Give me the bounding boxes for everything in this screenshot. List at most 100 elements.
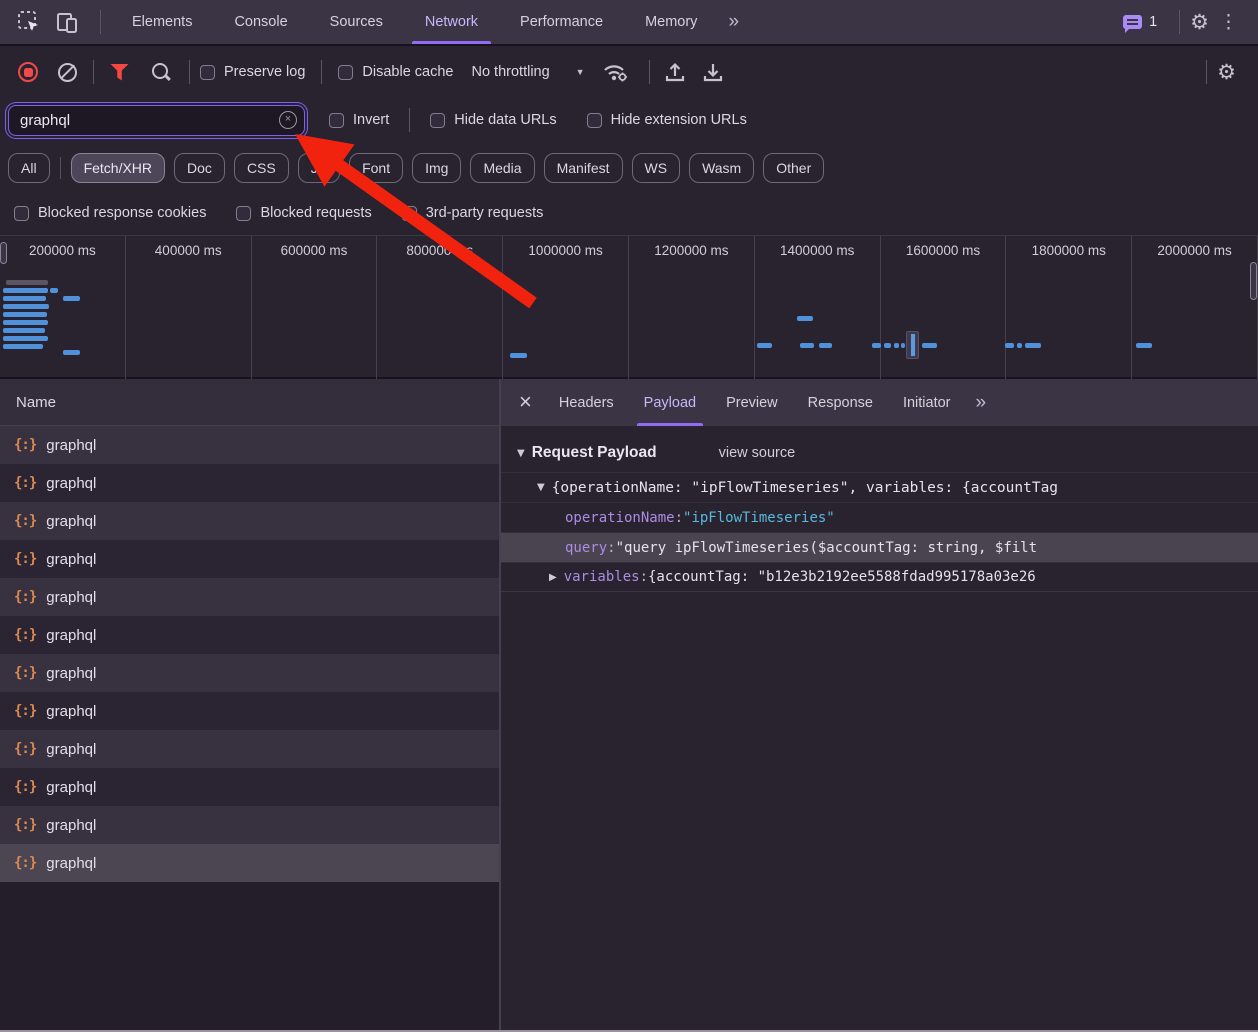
main-tab-network[interactable]: Network [404, 0, 499, 44]
waterfall-bar [3, 336, 48, 341]
checkbox-box[interactable] [402, 206, 417, 221]
hide-data-urls-checkbox[interactable]: Hide data URLs [430, 112, 556, 128]
request-name: graphql [46, 741, 96, 758]
request-row[interactable]: {:}graphql [0, 844, 499, 882]
main-tab-sources[interactable]: Sources [309, 0, 404, 44]
type-chip-img[interactable]: Img [412, 153, 461, 183]
payload-row-variables[interactable]: ▶variables: {accountTag: "b12e3b2192ee55… [501, 562, 1258, 592]
request-row[interactable]: {:}graphql [0, 502, 499, 540]
advanced-filter-row: Blocked response cookies Blocked request… [0, 191, 1258, 235]
network-overview-timeline[interactable]: 200000 ms400000 ms600000 ms800000 ms1000… [0, 235, 1258, 379]
request-payload-section[interactable]: ▼ Request Payload view source [501, 434, 1258, 472]
overview-tick-label: 1800000 ms [1006, 243, 1131, 258]
request-row[interactable]: {:}graphql [0, 768, 499, 806]
settings-gear-icon[interactable]: ⚙ [1190, 12, 1209, 33]
details-tab-response[interactable]: Response [793, 379, 888, 426]
disable-cache-label: Disable cache [362, 64, 453, 80]
checkbox-box[interactable] [236, 206, 251, 221]
more-tabs-icon[interactable]: » [966, 392, 995, 414]
more-tabs-icon[interactable]: » [718, 11, 747, 33]
waterfall-bar [63, 350, 80, 355]
checkbox-box[interactable] [329, 113, 344, 128]
details-tab-initiator[interactable]: Initiator [888, 379, 966, 426]
request-row[interactable]: {:}graphql [0, 654, 499, 692]
overview-column: 1400000 ms [755, 236, 881, 379]
type-chip-ws[interactable]: WS [632, 153, 681, 183]
type-chip-other[interactable]: Other [763, 153, 824, 183]
divider [649, 60, 650, 84]
checkbox-box[interactable] [430, 113, 445, 128]
waterfall-bar [3, 304, 49, 309]
clear-filter-icon[interactable]: × [279, 111, 297, 129]
kebab-menu-icon[interactable]: ⋮ [1209, 11, 1248, 34]
record-button[interactable] [18, 62, 38, 82]
filter-icon[interactable] [110, 64, 129, 81]
type-chip-font[interactable]: Font [349, 153, 403, 183]
blocked-cookies-checkbox[interactable]: Blocked response cookies [14, 205, 206, 221]
fetch-xhr-icon: {:} [14, 437, 36, 453]
payload-summary-row[interactable]: ▼ {operationName: "ipFlowTimeseries", va… [501, 472, 1258, 502]
request-row[interactable]: {:}graphql [0, 692, 499, 730]
view-source-link[interactable]: view source [719, 445, 796, 461]
export-har-icon[interactable] [698, 57, 728, 87]
divider [321, 60, 322, 84]
overview-tick-label: 200000 ms [0, 243, 125, 258]
waterfall-bar [510, 353, 527, 358]
details-tab-headers[interactable]: Headers [544, 379, 629, 426]
device-toolbar-icon[interactable] [52, 7, 82, 37]
type-chip-js[interactable]: JS [298, 153, 340, 183]
collapse-triangle-icon[interactable]: ▼ [517, 448, 525, 459]
checkbox-box[interactable] [338, 65, 353, 80]
network-settings-gear-icon[interactable]: ⚙ [1217, 62, 1236, 83]
checkbox-box[interactable] [14, 206, 29, 221]
hide-extension-urls-checkbox[interactable]: Hide extension URLs [587, 112, 747, 128]
checkbox-box[interactable] [200, 65, 215, 80]
request-name: graphql [46, 817, 96, 834]
type-chip-css[interactable]: CSS [234, 153, 289, 183]
main-tab-memory[interactable]: Memory [624, 0, 718, 44]
checkbox-box[interactable] [587, 113, 602, 128]
type-chip-doc[interactable]: Doc [174, 153, 225, 183]
waterfall-bar [901, 343, 905, 348]
main-tab-console[interactable]: Console [213, 0, 308, 44]
preserve-log-checkbox[interactable]: Preserve log [200, 64, 305, 80]
type-chip-wasm[interactable]: Wasm [689, 153, 754, 183]
close-icon[interactable]: × [511, 391, 544, 415]
payload-row-operationName[interactable]: operationName: "ipFlowTimeseries" [501, 502, 1258, 532]
main-tab-performance[interactable]: Performance [499, 0, 624, 44]
name-column-header[interactable]: Name [0, 379, 499, 426]
collapse-triangle-icon[interactable]: ▼ [537, 482, 545, 493]
network-conditions-icon[interactable] [601, 57, 631, 87]
request-row[interactable]: {:}graphql [0, 806, 499, 844]
invert-checkbox[interactable]: Invert [329, 112, 389, 128]
clear-button[interactable] [58, 63, 77, 82]
request-rows: {:}graphql{:}graphql{:}graphql{:}graphql… [0, 426, 499, 882]
blocked-requests-checkbox[interactable]: Blocked requests [236, 205, 371, 221]
request-row[interactable]: {:}graphql [0, 578, 499, 616]
fetch-xhr-icon: {:} [14, 513, 36, 529]
type-chip-all[interactable]: All [8, 153, 50, 183]
request-row[interactable]: {:}graphql [0, 730, 499, 768]
request-row[interactable]: {:}graphql [0, 426, 499, 464]
details-tab-payload[interactable]: Payload [629, 379, 711, 426]
type-chip-media[interactable]: Media [470, 153, 534, 183]
main-tab-elements[interactable]: Elements [111, 0, 213, 44]
filter-input[interactable] [9, 112, 279, 129]
fetch-xhr-icon: {:} [14, 627, 36, 643]
request-row[interactable]: {:}graphql [0, 464, 499, 502]
third-party-checkbox[interactable]: 3rd-party requests [402, 205, 544, 221]
inspect-element-icon[interactable] [14, 7, 44, 37]
search-icon[interactable] [151, 62, 171, 82]
disable-cache-checkbox[interactable]: Disable cache [338, 64, 453, 80]
details-tab-preview[interactable]: Preview [711, 379, 793, 426]
throttling-select[interactable]: No throttling ▼ [471, 64, 600, 80]
payload-pane: ▼ Request Payload view source ▼ {operati… [501, 426, 1258, 1030]
expand-triangle-icon[interactable]: ▶ [549, 572, 557, 583]
payload-row-query[interactable]: query: "query ipFlowTimeseries($accountT… [501, 532, 1258, 562]
request-row[interactable]: {:}graphql [0, 540, 499, 578]
request-row[interactable]: {:}graphql [0, 616, 499, 654]
type-chip-manifest[interactable]: Manifest [544, 153, 623, 183]
import-har-icon[interactable] [660, 57, 690, 87]
issues-icon[interactable] [1123, 15, 1142, 29]
type-chip-fetchxhr[interactable]: Fetch/XHR [71, 153, 165, 183]
